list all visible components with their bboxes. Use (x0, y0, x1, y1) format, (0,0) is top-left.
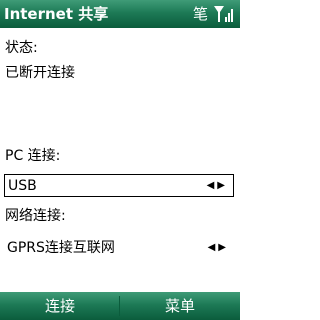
connect-softkey[interactable]: 连接 (0, 292, 120, 320)
window-title: Internet 共享 (4, 5, 109, 23)
menu-softkey[interactable]: 菜单 (120, 292, 240, 320)
status-label: 状态: (5, 40, 38, 56)
input-method-indicator[interactable]: 笔 (193, 4, 208, 24)
left-right-arrows-icon[interactable]: ◀▶ (207, 175, 228, 196)
signal-strength-icon[interactable] (213, 4, 235, 24)
network-connection-value: GPRS连接互联网 (7, 240, 115, 256)
softkey-bar: 连接 菜单 (0, 292, 240, 320)
pc-connection-label: PC 连接: (5, 148, 61, 164)
network-connection-label: 网络连接: (5, 208, 66, 224)
status-value: 已断开连接 (5, 65, 75, 81)
title-bar: Internet 共享 笔 (0, 0, 240, 28)
left-right-arrows-icon[interactable]: ◀▶ (208, 237, 229, 258)
pc-connection-value: USB (8, 178, 37, 194)
network-connection-select[interactable]: GPRS连接互联网 ◀▶ (4, 237, 234, 260)
pc-connection-select[interactable]: USB ◀▶ (4, 174, 234, 197)
